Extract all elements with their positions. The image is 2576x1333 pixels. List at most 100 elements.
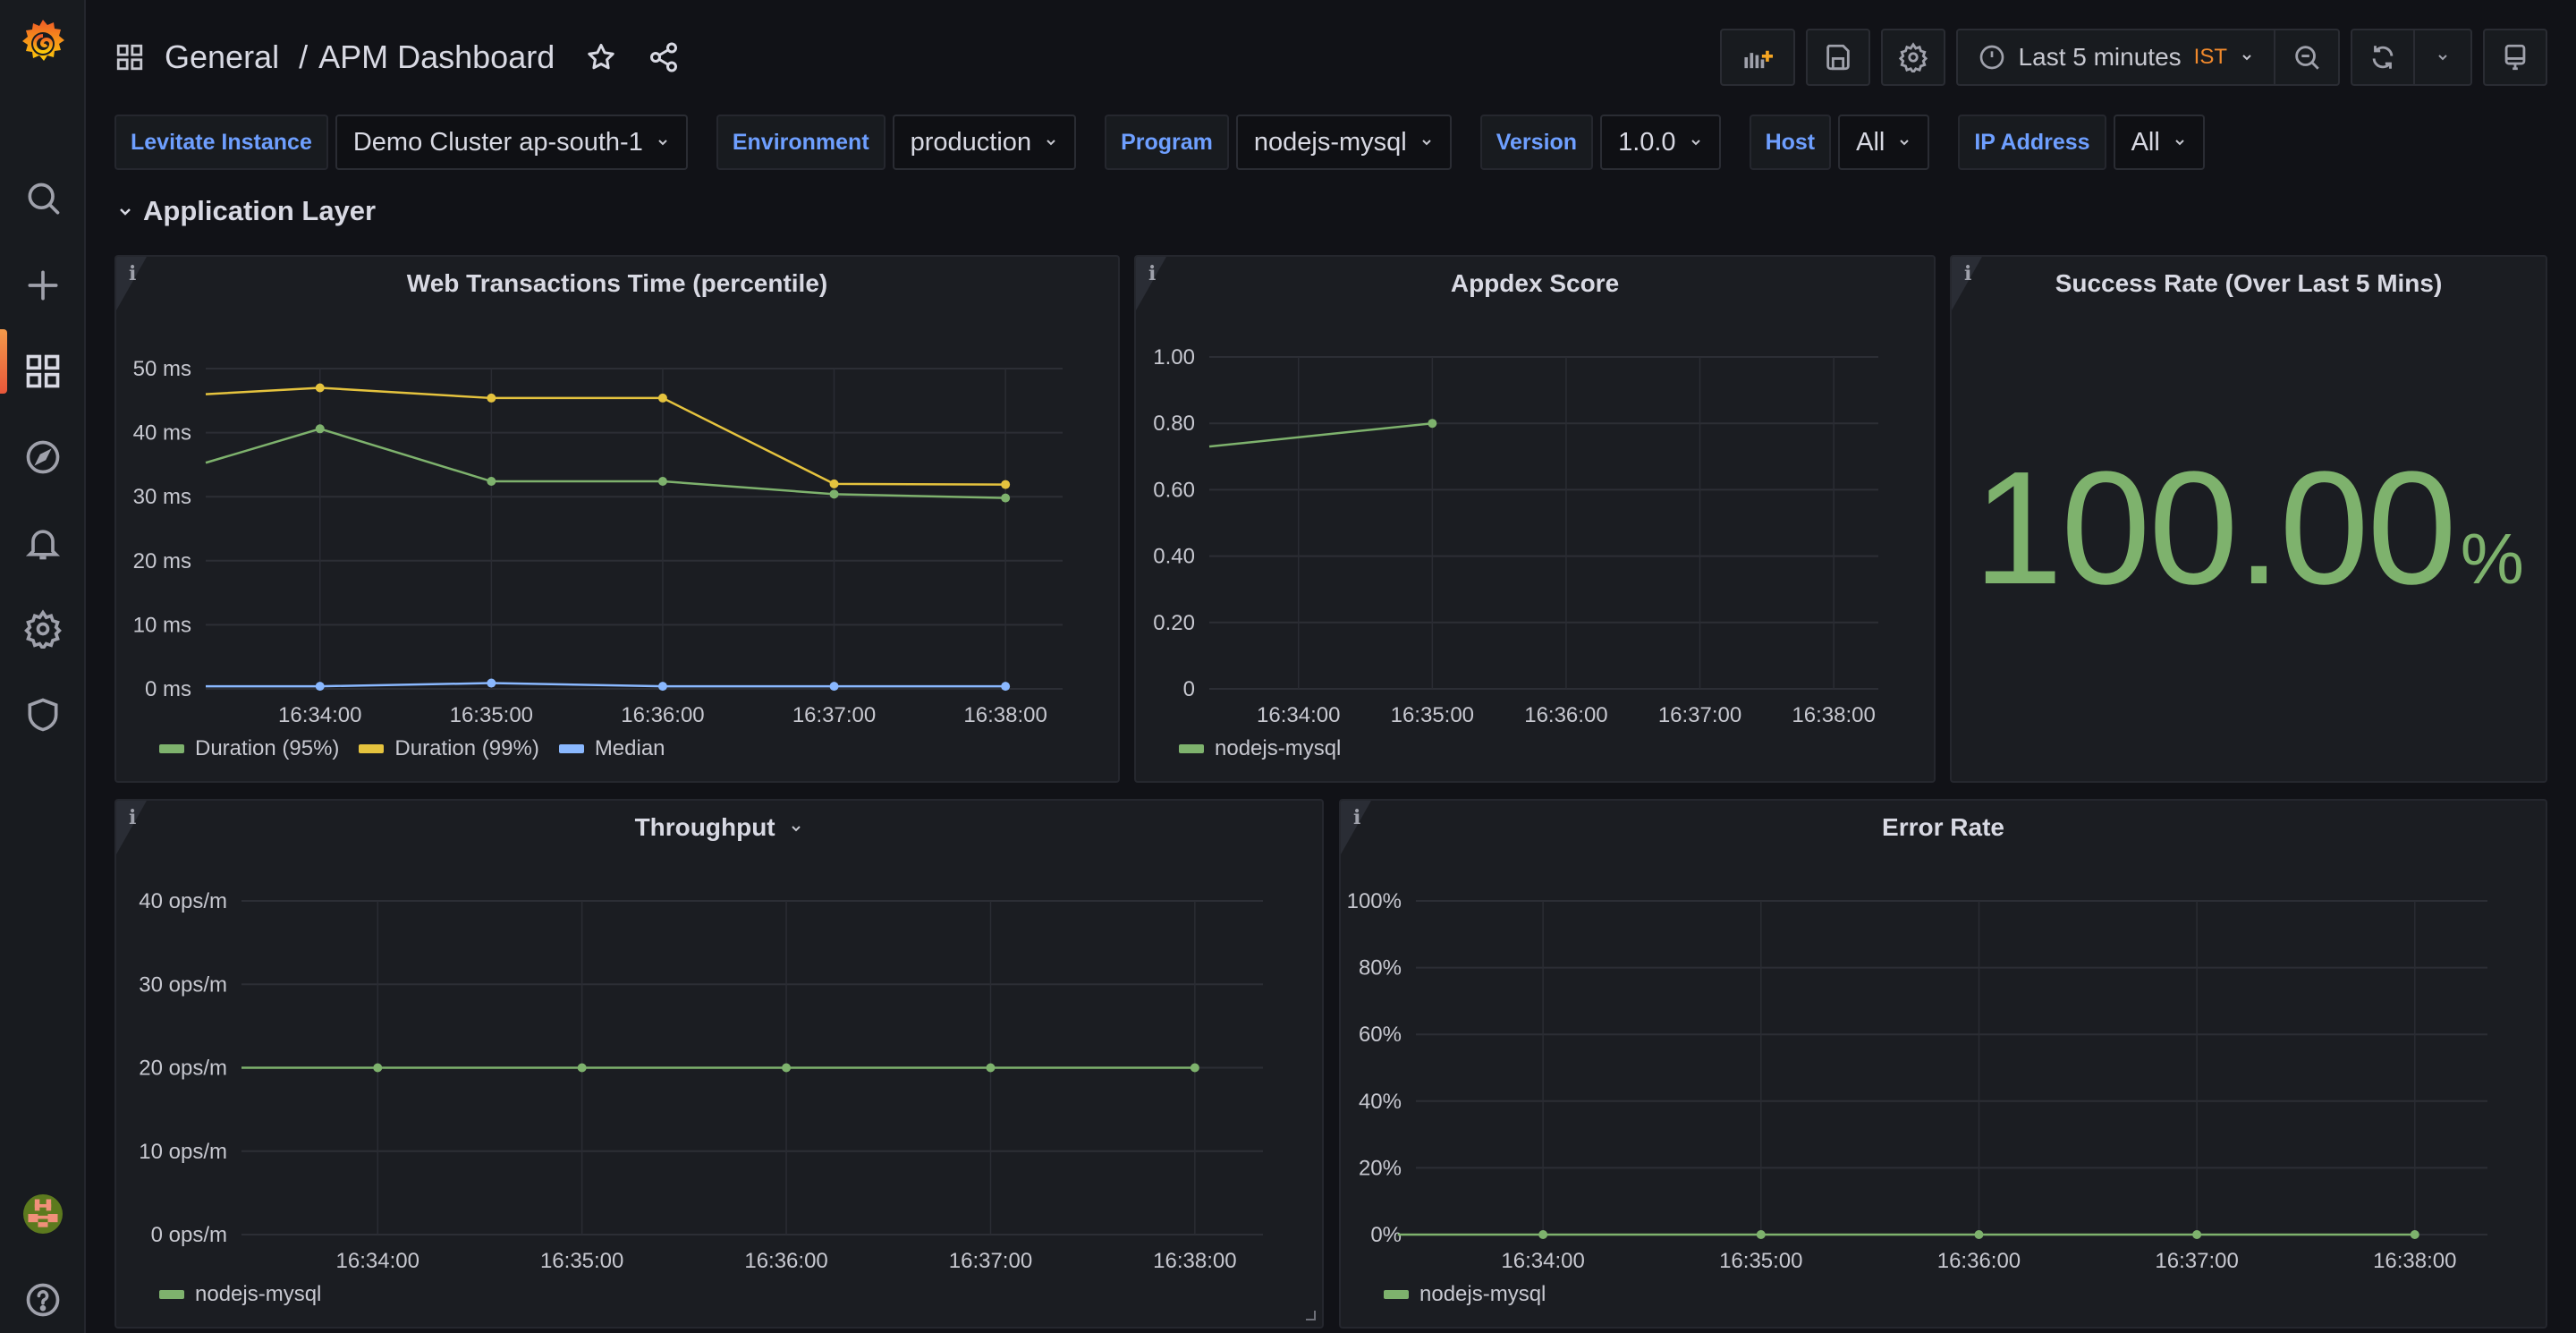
data-point [986,1063,996,1073]
dashboard-title[interactable]: APM Dashboard [318,38,555,76]
panel-success-rate: i Success Rate (Over Last 5 Mins) 100.00… [1950,255,2547,783]
variable-dropdown[interactable]: production [892,115,1077,170]
variable-label: IP Address [1958,115,2106,170]
grafana-logo-icon[interactable] [16,16,70,73]
legend-swatch [159,1290,184,1299]
legend-item[interactable]: nodejs-mysql [1384,1282,1546,1307]
sidebar-item-help[interactable] [0,1269,86,1331]
data-point [1428,419,1437,429]
sidebar-item-profile[interactable] [0,1183,86,1245]
legend-item[interactable]: Median [558,736,665,761]
variable-label: Environment [716,115,886,170]
data-point [315,424,325,434]
add-panel-icon [1743,50,1773,69]
y-tick-label: 50 ms [133,357,191,381]
dashboards-grid-icon [26,354,60,388]
variable-dropdown[interactable]: nodejs-mysql [1235,115,1452,170]
breadcrumb: General / APM Dashboard [114,38,680,76]
data-point [657,393,667,403]
y-tick-label: 0.20 [1153,611,1195,635]
refresh-picker [2351,29,2472,86]
zoom-out-button[interactable] [2275,30,2338,84]
share-icon[interactable] [648,41,680,73]
chevron-down-icon [658,140,667,146]
y-tick-label: 10 ms [133,613,191,637]
bell-icon [25,530,61,560]
sidebar-item-server-admin[interactable] [0,683,86,746]
variable-dropdown[interactable]: All [1838,115,1930,170]
error-rate-chart: 0% 20% 40% 60% 80% 100% 16:34:00 16:35:00 16:36:… [1347,889,2487,1273]
refresh-button[interactable] [2352,30,2415,84]
x-tick-label: 16:37:00 [1658,703,1741,727]
stat-unit: % [2460,519,2524,599]
resize-handle-icon[interactable] [1304,1309,1317,1321]
variable-version: Version 1.0.0 [1479,115,1721,170]
data-point [657,682,667,692]
sidebar-item-search[interactable] [0,168,86,231]
dashboard-settings-button[interactable] [1880,29,1945,86]
search-icon [28,183,60,215]
chart-legend: nodejs-mysql [159,1282,321,1307]
variable-program: Program nodejs-mysql [1105,115,1452,170]
variable-value: Demo Cluster ap-south-1 [352,127,643,157]
y-tick-label: 10 ops/m [139,1140,227,1164]
variable-dropdown[interactable]: 1.0.0 [1600,115,1721,170]
template-variables: Levitate Instance Demo Cluster ap-south-… [114,115,2233,170]
legend-item[interactable]: Duration (99%) [359,736,539,761]
x-tick-label: 16:37:00 [949,1249,1032,1273]
variable-label: Program [1105,115,1229,170]
zoom-out-icon [2295,46,2319,70]
timezone-label: IST [2193,45,2227,69]
legend-label: nodejs-mysql [1215,736,1342,760]
sidebar-item-configuration[interactable] [0,598,86,660]
panel-title: Throughput [634,813,775,841]
dashboards-grid-icon [116,44,143,71]
row-application-layer[interactable]: Application Layer [118,195,376,227]
legend-item[interactable]: Duration (95%) [159,736,339,761]
variable-value: All [1856,127,1885,157]
sidebar-item-alerting[interactable] [0,512,86,574]
y-tick-label: 0% [1370,1223,1402,1247]
help-icon [26,1283,60,1317]
sidebar-item-create[interactable] [0,254,86,317]
legend-label: nodejs-mysql [1419,1282,1546,1306]
save-dashboard-button[interactable] [1805,29,1870,86]
x-tick-label: 16:38:00 [1792,703,1875,727]
panel-title-menu[interactable]: Throughput [116,813,1322,842]
throughput-chart: 0 ops/m 10 ops/m 20 ops/m 30 ops/m 40 ops/m 1… [139,889,1263,1273]
variable-label: Version [1479,115,1594,170]
refresh-icon [2372,46,2394,69]
data-point [487,393,496,403]
legend-item[interactable]: nodejs-mysql [159,1282,321,1307]
y-tick-label: 20 ops/m [139,1057,227,1081]
panel-title[interactable]: Web Transactions Time (percentile) [116,269,1118,298]
variable-dropdown[interactable]: All [2113,115,2205,170]
x-tick-label: 16:38:00 [963,703,1046,727]
breadcrumb-folder[interactable]: General [165,38,279,76]
panel-title[interactable]: Error Rate [1341,813,2546,842]
panel-error-rate: 0% 20% 40% 60% 80% 100% 16:34:00 16:35:00 16:36:… [1339,799,2547,1329]
variable-levitate-instance: Levitate Instance Demo Cluster ap-south-… [114,115,688,170]
tv-mode-button[interactable] [2483,29,2547,86]
panel-title[interactable]: Appdex Score [1136,269,1934,298]
time-range-button[interactable]: Last 5 minutes IST [1958,30,2275,84]
data-point [1001,493,1011,503]
sidebar-item-explore[interactable] [0,426,86,488]
sidebar-item-dashboards[interactable] [0,340,86,403]
refresh-interval-dropdown[interactable] [2415,30,2470,84]
x-tick-label: 16:34:00 [1501,1249,1584,1273]
add-panel-button[interactable] [1719,29,1795,86]
x-tick-label: 16:35:00 [1391,703,1474,727]
y-tick-label: 0 ms [145,677,191,701]
y-tick-label: 100% [1347,889,1402,913]
appdex-chart: 0 0.20 0.40 0.60 0.80 1.00 16:34:00 16:35:00 16:… [1153,345,1878,727]
data-point [657,477,667,487]
chart-legend: nodejs-mysql [1384,1282,1546,1307]
data-point [782,1063,792,1073]
x-tick-label: 16:35:00 [540,1249,623,1273]
star-icon[interactable] [585,41,617,73]
variable-dropdown[interactable]: Demo Cluster ap-south-1 [335,115,688,170]
y-tick-label: 0 ops/m [151,1223,227,1247]
legend-item[interactable]: nodejs-mysql [1179,736,1341,761]
data-point [1974,1230,1984,1239]
